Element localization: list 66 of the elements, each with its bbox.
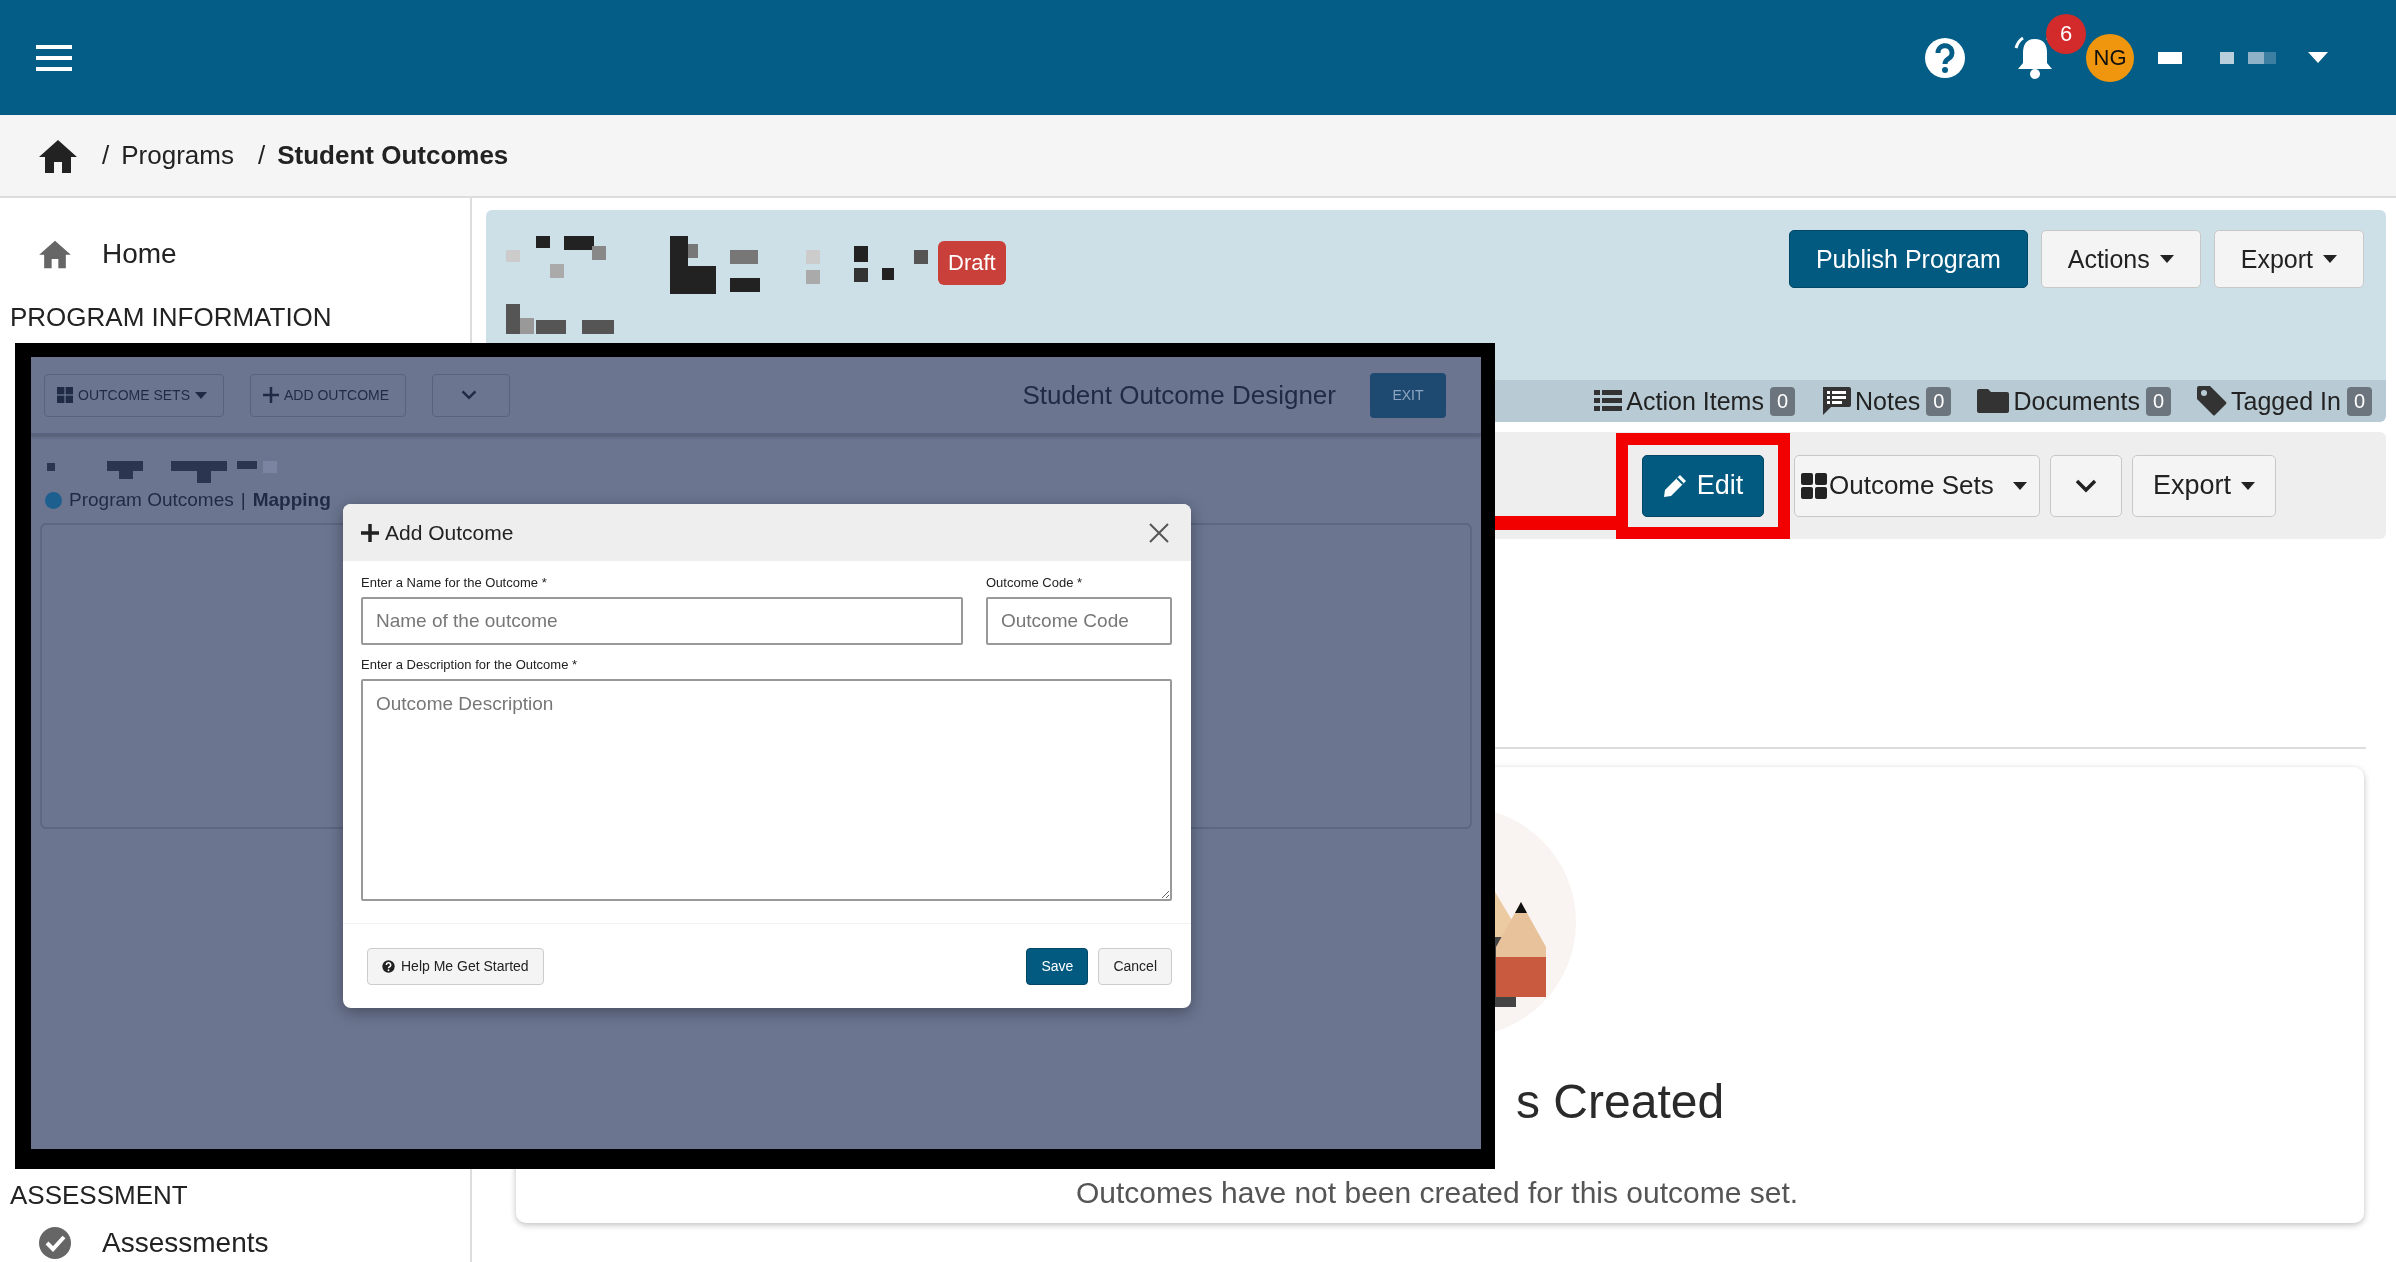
cancel-button[interactable]: Cancel <box>1098 947 1172 985</box>
header-button[interactable]: Publish Program <box>1788 230 2028 288</box>
pencil-icon <box>1662 473 1687 498</box>
program-tab[interactable]: Tagged In 0 <box>2197 386 2372 416</box>
sidebar-heading: PROGRAM INFORMATION <box>9 302 333 333</box>
chevron-down-icon <box>461 390 477 400</box>
save-button[interactable]: Save <box>1026 947 1089 985</box>
program-tab[interactable]: Documents 0 <box>1977 386 2172 416</box>
header-button[interactable]: Export <box>2213 230 2364 288</box>
name-input-field[interactable]: Name of the outcome <box>361 597 963 645</box>
folder-icon <box>1977 389 2010 413</box>
empty-state-title: s Created <box>1516 1074 1726 1130</box>
sidebar-item[interactable]: Assessments <box>0 1223 470 1262</box>
designer-title: Student Outcome Designer <box>1022 379 1336 411</box>
home-icon[interactable] <box>38 137 78 174</box>
list-icon <box>1594 390 1623 412</box>
program-tab[interactable]: Action Items 0 <box>1594 386 1796 416</box>
code-input-field[interactable]: Outcome Code <box>986 597 1172 645</box>
outcome-sets-button[interactable]: Outcome Sets <box>1794 454 2040 517</box>
plus-icon <box>361 523 379 542</box>
user-avatar[interactable]: NG <box>2086 33 2134 82</box>
edit-button[interactable]: Edit <box>1642 454 1764 517</box>
count-badge: 0 <box>1926 386 1952 416</box>
count-badge: 0 <box>2346 386 2372 416</box>
breadcrumb-separator: / <box>102 140 110 171</box>
caret-icon <box>2323 255 2337 263</box>
sidebar-item[interactable]: Home <box>0 232 470 276</box>
field-label: Outcome Code * <box>986 575 1084 590</box>
menu-icon[interactable] <box>36 43 72 72</box>
empty-state-message: Outcomes have not been created for this outcome set. <box>1076 1175 1800 1211</box>
plus-icon <box>263 387 279 403</box>
header-button[interactable]: Actions <box>2040 230 2201 288</box>
dialog-title: Add Outcome <box>385 520 514 545</box>
description-field[interactable]: Outcome Description <box>361 679 1172 901</box>
status-badge: Draft <box>938 241 1006 285</box>
method-label: Mapping <box>252 489 331 511</box>
grid-icon <box>57 387 73 403</box>
export-button[interactable]: Export <box>2132 454 2276 517</box>
close-icon[interactable] <box>1149 522 1169 543</box>
breadcrumb-separator: | <box>240 489 246 511</box>
home-icon <box>38 239 72 269</box>
scope-label: Program Outcomes <box>69 489 234 511</box>
grid-icon <box>1801 472 1827 499</box>
caret-icon <box>2159 255 2174 263</box>
exit-button[interactable]: EXIT <box>1370 372 1446 418</box>
caret-icon <box>2013 481 2027 490</box>
sidebar-heading: ASSESSMENT <box>9 1180 189 1211</box>
count-badge: 0 <box>2145 386 2172 416</box>
tag-icon <box>2197 386 2228 416</box>
chevron-down-icon <box>2075 478 2097 493</box>
count-badge: 0 <box>1769 386 1796 416</box>
status-dot-icon <box>45 491 62 509</box>
expand-button[interactable] <box>2050 454 2122 517</box>
program-tab[interactable]: Notes 0 <box>1821 386 1952 416</box>
help-button[interactable]: Help Me Get Started <box>367 947 544 985</box>
field-label: Enter a Description for the Outcome * <box>361 657 579 672</box>
notification-badge: 6 <box>2046 13 2086 54</box>
caret-icon <box>2241 481 2255 490</box>
field-label: Enter a Name for the Outcome * <box>361 575 548 590</box>
help-icon <box>382 959 395 973</box>
breadcrumb-link[interactable]: Programs <box>121 140 234 171</box>
caret-icon <box>195 391 207 399</box>
notes-icon <box>1821 387 1852 415</box>
caret-icon[interactable] <box>2308 51 2328 64</box>
breadcrumb-separator: / <box>257 140 266 171</box>
help-icon[interactable] <box>1924 36 1966 79</box>
